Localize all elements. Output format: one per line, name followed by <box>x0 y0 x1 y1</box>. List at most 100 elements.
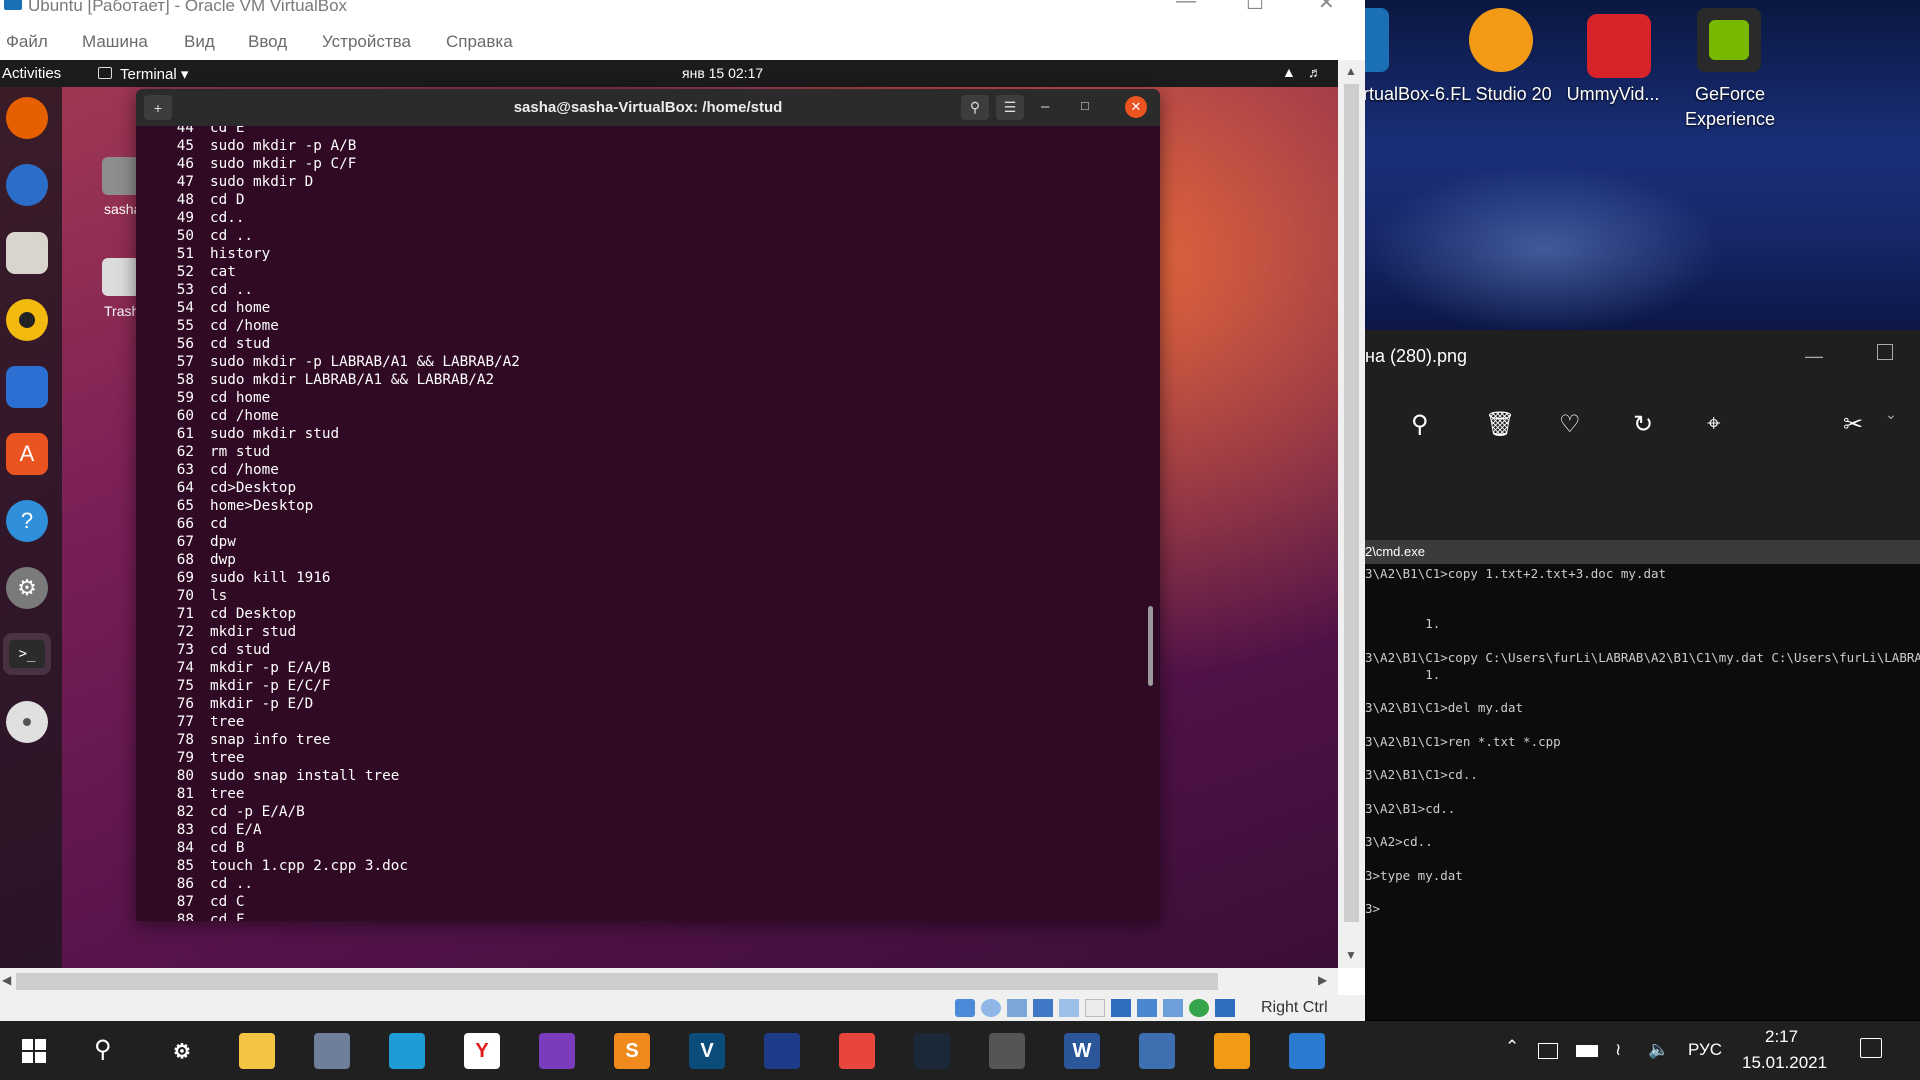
menu-machine[interactable]: Машина <box>82 32 148 52</box>
chrome-icon[interactable] <box>839 1033 875 1069</box>
settings-icon[interactable]: ⚙ <box>164 1033 200 1069</box>
volume-icon[interactable]: 🔈 <box>1648 1040 1669 1060</box>
horizontal-scroll-thumb[interactable] <box>16 973 1218 990</box>
menu-view[interactable]: Вид <box>184 32 215 52</box>
cmd-window[interactable]: 2\cmd.exe 3\A2\B1\C1>copy 1.txt+2.txt+3.… <box>1365 540 1920 1020</box>
firefox-icon[interactable] <box>6 97 48 139</box>
minimize-button[interactable]: — <box>1805 346 1823 367</box>
terminal-dock-icon[interactable]: >_ <box>3 633 51 675</box>
show-hidden-icons-chevron-icon[interactable]: ⌃ <box>1505 1037 1519 1057</box>
menu-file[interactable]: Файл <box>6 32 48 52</box>
paint-3d-icon[interactable] <box>764 1033 800 1069</box>
history-line: 69 sudo kill 1916 <box>164 569 520 587</box>
visual-studio-icon[interactable] <box>539 1033 575 1069</box>
favorite-icon[interactable]: ♡ <box>1559 410 1581 439</box>
ummy-video-icon[interactable] <box>1587 14 1651 78</box>
history-number: 63 <box>176 462 194 478</box>
history-line: 70 ls <box>164 587 520 605</box>
maximize-button[interactable]: ☐ <box>1246 0 1264 15</box>
photos-icon[interactable] <box>1289 1033 1325 1069</box>
desktop-icon-label-flstudio[interactable]: FL Studio 20 <box>1441 82 1561 107</box>
taskbar-time[interactable]: 2:17 <box>1765 1027 1798 1047</box>
virtualbox-icon[interactable] <box>1365 8 1389 72</box>
zoom-in-icon[interactable]: ⚲ <box>1411 410 1429 439</box>
search-icon[interactable]: ⚲ <box>961 95 989 120</box>
photos-window[interactable]: на (280).png — ⚲ 🗑 ♡ ↻ ⌖ ✂ ⌄ <box>1365 330 1920 540</box>
word-icon[interactable]: W <box>1064 1033 1100 1069</box>
maximize-icon[interactable]: □ <box>1081 98 1089 113</box>
virtualbox-titlebar: Ubuntu [Работает] - Oracle VM VirtualBox… <box>0 0 1365 16</box>
top-bar-clock[interactable]: янв 15 02:17 <box>682 65 763 81</box>
menu-help[interactable]: Справка <box>446 32 513 52</box>
paint-icon[interactable] <box>314 1033 350 1069</box>
language-indicator[interactable]: РУС <box>1688 1040 1722 1060</box>
fl-studio-icon[interactable] <box>1469 8 1533 72</box>
file-explorer-icon[interactable] <box>239 1033 275 1069</box>
home-folder-icon[interactable] <box>102 157 140 195</box>
settings-icon[interactable]: ⚙ <box>6 567 48 609</box>
desktop-icon-label-ummy[interactable]: UmmyVid... <box>1553 82 1673 107</box>
notifications-icon[interactable] <box>1860 1038 1882 1058</box>
vertical-scroll-thumb[interactable] <box>1344 84 1359 922</box>
crop-icon[interactable]: ⌖ <box>1707 410 1721 438</box>
dvd-icon[interactable] <box>6 701 48 743</box>
geforce-icon[interactable] <box>1697 8 1761 72</box>
history-command: snap info tree <box>210 732 331 748</box>
volume-icon[interactable]: ♬ <box>1308 64 1322 80</box>
windows-start-icon[interactable] <box>22 1039 46 1063</box>
delete-icon[interactable]: 🗑 <box>1485 410 1515 439</box>
trash-icon[interactable] <box>102 258 140 296</box>
close-button[interactable]: ✕ <box>1318 0 1335 15</box>
thunderbird-icon[interactable] <box>6 164 48 206</box>
close-icon[interactable]: ✕ <box>1125 96 1147 118</box>
taskbar-date[interactable]: 15.01.2021 <box>1742 1053 1827 1073</box>
minimize-button[interactable]: — <box>1176 0 1196 13</box>
vertical-scrollbar[interactable]: ▲ ▼ <box>1338 60 1365 968</box>
horizontal-scrollbar[interactable]: ◀ ▶ <box>0 968 1338 995</box>
maximize-button[interactable] <box>1877 344 1893 360</box>
app-menu[interactable]: Terminal ▾ <box>120 65 188 83</box>
battery-icon[interactable] <box>1576 1045 1598 1057</box>
network-icon[interactable]: ▲ <box>1282 64 1296 80</box>
desktop-icon-label-geforce[interactable]: GeForce Experience <box>1670 82 1790 132</box>
rhythmbox-icon[interactable] <box>6 299 48 341</box>
photos-title: на (280).png <box>1365 346 1468 366</box>
scroll-left-arrow-icon[interactable]: ◀ <box>2 973 11 987</box>
search-icon[interactable]: ⚲ <box>94 1035 112 1064</box>
device-status-icons[interactable] <box>955 999 1255 1017</box>
history-number: 53 <box>176 282 194 298</box>
scroll-down-arrow-icon[interactable]: ▼ <box>1345 948 1357 962</box>
windows-desktop[interactable]: rtualBox-6... FL Studio 20 UmmyVid... Ge… <box>1365 0 1920 330</box>
scroll-up-arrow-icon[interactable]: ▲ <box>1345 64 1357 78</box>
cmd-line <box>1365 683 1920 700</box>
edge-icon[interactable] <box>389 1033 425 1069</box>
activities-button[interactable]: Activities <box>2 65 61 82</box>
libreoffice-writer-icon[interactable] <box>6 366 48 408</box>
virtual-dj-icon[interactable]: V <box>689 1033 725 1069</box>
menu-input[interactable]: Ввод <box>248 32 287 52</box>
hamburger-menu-icon[interactable]: ☰ <box>996 95 1024 120</box>
menu-devices[interactable]: Устройства <box>322 32 411 52</box>
help-icon[interactable]: ? <box>6 500 48 542</box>
terminal-window[interactable]: + sasha@sasha-VirtualBox: /home/stud ⚲ ☰… <box>136 89 1160 921</box>
software-center-icon[interactable]: A <box>6 433 48 475</box>
yandex-browser-icon[interactable]: Y <box>464 1033 500 1069</box>
media-player-icon[interactable] <box>989 1033 1025 1069</box>
history-number: 47 <box>176 174 194 190</box>
chevron-down-icon[interactable]: ⌄ <box>1885 406 1897 423</box>
rotate-icon[interactable]: ↻ <box>1633 410 1653 439</box>
wifi-icon[interactable]: ≀ <box>1615 1040 1621 1060</box>
files-icon[interactable] <box>6 232 48 274</box>
terminal-scrollbar[interactable] <box>1148 606 1153 686</box>
steam-icon[interactable] <box>914 1033 950 1069</box>
minimize-icon[interactable]: – <box>1041 98 1049 115</box>
history-line: 53 cd .. <box>164 281 520 299</box>
edit-icon[interactable]: ✂ <box>1843 410 1863 439</box>
scroll-right-arrow-icon[interactable]: ▶ <box>1318 973 1327 987</box>
sublime-text-icon[interactable]: S <box>614 1033 650 1069</box>
history-line: 46 sudo mkdir -p C/F <box>164 155 520 173</box>
security-icon[interactable] <box>1538 1043 1558 1059</box>
fl-studio-icon[interactable] <box>1214 1033 1250 1069</box>
virtualbox-icon[interactable] <box>1139 1033 1175 1069</box>
terminal-output[interactable]: 44 cd E 45 sudo mkdir -p A/B 46 sudo mkdir -p… <box>136 126 1160 921</box>
